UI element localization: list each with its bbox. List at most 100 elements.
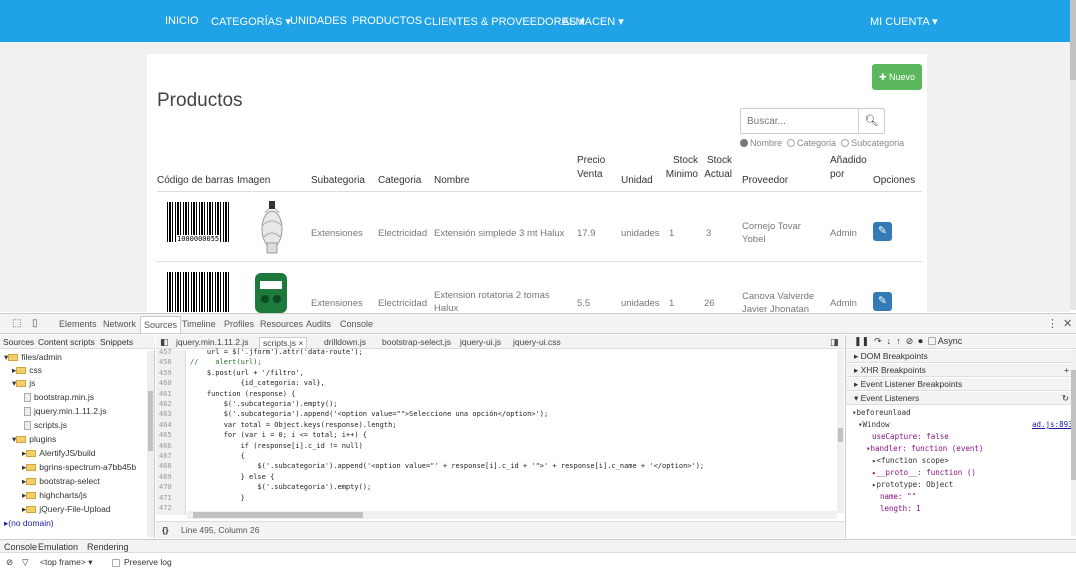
th-codigo[interactable]: Código de barras xyxy=(157,174,234,188)
section-event-listener-breakpoints[interactable]: ▸ Event Listener Breakpoints xyxy=(846,378,1076,391)
th-categoria[interactable]: Categoria xyxy=(378,174,421,188)
editor-tab-drilldown[interactable]: drilldown.js xyxy=(324,337,366,347)
code-line[interactable]: // alert(url); xyxy=(190,358,262,366)
toggle-debugger-icon[interactable]: ◨ xyxy=(830,337,839,348)
line-number[interactable]: 463 xyxy=(159,410,172,418)
editor-hscrollbar-thumb[interactable] xyxy=(193,512,363,518)
toggle-navigator-icon[interactable]: ◧ xyxy=(160,337,169,348)
nav-categorias[interactable]: CATEGORÍAS ▾ xyxy=(211,15,291,28)
tab-profiles[interactable]: Profiles xyxy=(224,319,254,329)
sidebar-scrollbar[interactable] xyxy=(1071,350,1076,536)
tree-folder[interactable]: ▸ bgrins-spectrum-a7bb45b xyxy=(22,462,136,473)
editor-tab-jquery-ui-js[interactable]: jquery-ui.js xyxy=(460,337,501,347)
editor-tab-jquery-ui-css[interactable]: jquery-ui.css xyxy=(513,337,561,347)
clear-console-icon[interactable]: ⊘ xyxy=(6,557,13,568)
radio-subcategoria[interactable] xyxy=(841,139,850,147)
tree-domain[interactable]: ▸(no domain) xyxy=(4,518,54,529)
th-stock-min[interactable]: Stock Minimo xyxy=(664,154,698,182)
line-number[interactable]: 461 xyxy=(159,390,172,398)
tree-folder[interactable]: ▾ plugins xyxy=(12,434,56,445)
pause-icon[interactable]: ❚❚ xyxy=(854,336,869,346)
section-event-listeners[interactable]: ▾ Event Listeners ↻ xyxy=(846,392,1076,405)
navigator-scrollbar-thumb[interactable] xyxy=(148,391,153,451)
nav-tab-sources[interactable]: Sources xyxy=(3,337,34,347)
tab-sources[interactable]: Sources xyxy=(140,316,182,333)
code-line[interactable]: $('.subcategoria').append('<option value… xyxy=(190,410,549,418)
filter-icon[interactable]: ▽ xyxy=(22,557,29,568)
th-precio[interactable]: Precio Venta xyxy=(577,154,613,182)
close-icon[interactable]: ✕ xyxy=(1063,317,1072,330)
nav-tab-snippets[interactable]: Snippets xyxy=(100,337,133,347)
line-number[interactable]: 470 xyxy=(159,483,172,491)
editor-hscrollbar[interactable] xyxy=(187,511,837,519)
tab-console[interactable]: Console xyxy=(340,319,373,329)
frame-selector[interactable]: <top frame> ▾ xyxy=(40,557,92,568)
edit-button[interactable]: ✎ xyxy=(873,292,892,311)
line-number[interactable]: 462 xyxy=(159,400,172,408)
prop-proto[interactable]: ▸__proto__: function () xyxy=(872,468,976,477)
line-number[interactable]: 468 xyxy=(159,462,172,470)
pretty-print-icon[interactable]: {} xyxy=(162,525,169,535)
code-line[interactable]: } else { xyxy=(190,473,275,481)
page-scrollbar-thumb[interactable] xyxy=(1070,0,1076,80)
nav-mi-cuenta[interactable]: MI CUENTA ▾ xyxy=(870,15,938,28)
tree-folder[interactable]: ▸ highcharts/js xyxy=(22,490,87,501)
th-subcategoria[interactable]: Subategoria xyxy=(311,174,365,188)
page-scrollbar[interactable] xyxy=(1070,0,1076,310)
nav-productos[interactable]: PRODUCTOS xyxy=(352,15,422,27)
editor-vscrollbar-thumb[interactable] xyxy=(838,428,843,442)
line-number[interactable]: 460 xyxy=(159,379,172,387)
tree-folder[interactable]: ▸ bootstrap-select xyxy=(22,476,100,487)
drawer-tab-emulation[interactable]: Emulation xyxy=(38,542,78,552)
code-line[interactable]: function (response) { xyxy=(190,390,296,398)
nav-inicio[interactable]: INICIO xyxy=(165,15,199,27)
nav-unidades[interactable]: UNIDADES xyxy=(290,15,347,27)
prop-prototype[interactable]: ▸prototype: Object xyxy=(872,480,953,489)
code-line[interactable]: $('.subcategoria').append('<option value… xyxy=(190,462,704,470)
line-number[interactable]: 458 xyxy=(159,358,172,366)
tab-network[interactable]: Network xyxy=(103,319,136,329)
editor-vscrollbar[interactable] xyxy=(837,350,844,513)
drawer-tab-rendering[interactable]: Rendering xyxy=(87,542,129,552)
tree-file[interactable]: scripts.js xyxy=(24,420,67,430)
listener-event[interactable]: ▾beforeunload xyxy=(852,408,911,417)
code-line[interactable]: $.post(url + '/filtro', xyxy=(190,369,304,377)
refresh-icon[interactable]: ↻ xyxy=(1062,392,1069,405)
tree-folder[interactable]: ▸ jQuery-File-Upload xyxy=(22,504,111,515)
tree-file[interactable]: bootstrap.min.js xyxy=(24,392,94,402)
editor-tab-jquery[interactable]: jquery.min.1.11.2.js xyxy=(176,337,248,347)
code-line[interactable]: { xyxy=(190,452,245,460)
drawer-tab-console[interactable]: Console xyxy=(4,542,37,552)
nav-almacen[interactable]: ALMACEN ▾ xyxy=(562,15,624,28)
async-checkbox[interactable] xyxy=(927,337,936,345)
tree-folder[interactable]: ▾ js xyxy=(12,378,35,389)
section-xhr-breakpoints[interactable]: ▸ XHR Breakpoints + xyxy=(846,364,1076,377)
radio-categoria[interactable] xyxy=(787,139,796,147)
line-number[interactable]: 464 xyxy=(159,421,172,429)
prop-function-scope[interactable]: ▸<function scope> xyxy=(872,456,949,465)
listener-target[interactable]: ▾Window xyxy=(858,420,890,429)
editor-tab-bootstrap-select[interactable]: bootstrap-select.js xyxy=(382,337,451,347)
code-line[interactable]: var total = Object.keys(response).length… xyxy=(190,421,397,429)
step-out-icon[interactable]: ↑ xyxy=(896,336,901,346)
radio-nombre[interactable] xyxy=(740,139,748,147)
nav-tab-content-scripts[interactable]: Content scripts xyxy=(38,337,95,347)
sidebar-scrollbar-thumb[interactable] xyxy=(1071,370,1076,480)
line-number[interactable]: 459 xyxy=(159,369,172,377)
navigator-scrollbar[interactable] xyxy=(147,351,154,537)
line-number[interactable]: 466 xyxy=(159,442,172,450)
pause-on-exceptions-icon[interactable]: ⏺ xyxy=(918,336,923,346)
deactivate-breakpoints-icon[interactable]: ⊘ xyxy=(906,336,914,346)
code-line[interactable]: url = $('.jform').attr('data-route'); xyxy=(190,348,363,356)
line-number[interactable]: 457 xyxy=(159,348,172,356)
th-imagen[interactable]: Imagen xyxy=(237,174,270,188)
code-line[interactable]: for (var i = 0; i <= total; i++) { xyxy=(190,431,367,439)
line-number[interactable]: 472 xyxy=(159,504,172,512)
line-number[interactable]: 465 xyxy=(159,431,172,439)
th-nombre[interactable]: Nombre xyxy=(434,174,470,188)
inspect-icon[interactable]: ⬚ xyxy=(12,318,21,329)
tab-resources[interactable]: Resources xyxy=(260,319,303,329)
line-number[interactable]: 469 xyxy=(159,473,172,481)
tree-folder[interactable]: ▸ AlertifyJS/build xyxy=(22,448,96,459)
tab-audits[interactable]: Audits xyxy=(306,319,331,329)
